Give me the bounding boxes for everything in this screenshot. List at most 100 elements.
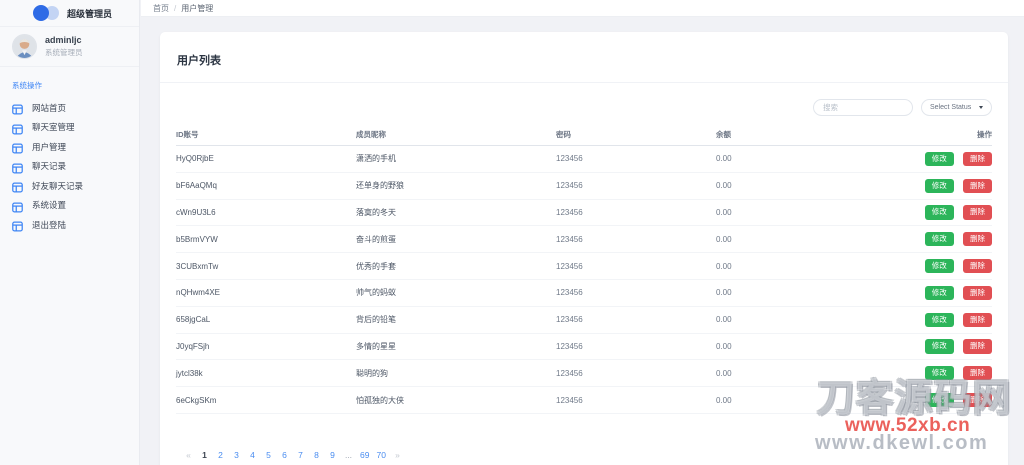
menu-section-label: 系统操作 — [12, 81, 42, 90]
sidebar-menu-item[interactable]: 聊天记录 — [12, 157, 139, 177]
sidebar-menu-item[interactable]: 用户管理 — [12, 137, 139, 157]
table-controls: Select Status — [176, 99, 992, 116]
page-button[interactable]: 2 — [216, 450, 225, 460]
page-button[interactable]: ... — [344, 450, 353, 460]
delete-button[interactable]: 删除 — [963, 151, 992, 167]
edit-button[interactable]: 修改 — [924, 178, 954, 193]
edit-button[interactable]: 修改 — [924, 205, 954, 220]
divider — [160, 82, 1008, 83]
delete-button[interactable]: 删除 — [963, 339, 992, 354]
cell-password: 123456 — [556, 341, 583, 351]
cell-actions: 修改 删除 — [836, 339, 992, 354]
user-role: 系统管理员 — [45, 48, 83, 58]
breadcrumb-current: 用户管理 — [181, 3, 214, 13]
sidebar-menu-item[interactable]: 网站首页 — [12, 98, 139, 118]
edit-button[interactable]: 修改 — [924, 392, 954, 408]
avatar — [12, 34, 37, 59]
delete-button[interactable]: 删除 — [963, 392, 992, 408]
delete-button[interactable]: 删除 — [963, 232, 992, 247]
edit-button[interactable]: 修改 — [924, 151, 954, 167]
sidebar-menu-item-label: 网站首页 — [32, 102, 67, 113]
table-row: nQHwm4XE 帅气的蚂蚁 123456 0.00 修改 删除 — [176, 280, 992, 307]
breadcrumb-separator: / — [174, 3, 177, 13]
chevron-down-icon — [979, 106, 983, 109]
logo-icon — [33, 5, 60, 21]
header-balance: 余额 — [716, 130, 731, 139]
edit-button[interactable]: 修改 — [924, 232, 954, 247]
cell-nickname: 帅气的蚂蚁 — [356, 288, 396, 298]
cell-nickname: 还单身的野狼 — [356, 181, 404, 191]
cell-balance: 0.00 — [716, 315, 732, 325]
edit-button[interactable]: 修改 — [924, 366, 954, 381]
cell-balance: 0.00 — [716, 368, 732, 378]
sidebar: 超级管理员 adminljc 系统管理员 系统操作 网站首页 聊天室管理 用户管… — [0, 0, 140, 465]
cell-password: 123456 — [556, 234, 583, 244]
sidebar-menu-item-label: 系统设置 — [32, 200, 67, 211]
page-button[interactable]: 1 — [200, 450, 209, 460]
layout-icon — [12, 161, 23, 174]
delete-button[interactable]: 删除 — [963, 258, 992, 274]
search-input[interactable] — [813, 99, 913, 116]
sidebar-menu-item[interactable]: 系统设置 — [12, 196, 139, 216]
table-body: HyQ0RjbE 潇洒的手机 123456 0.00 修改 删除 bF6AaQM… — [176, 146, 992, 414]
table-row: bF6AaQMq 还单身的野狼 123456 0.00 修改 删除 — [176, 173, 992, 200]
layout-icon — [12, 122, 23, 135]
sidebar-menu-item-label: 用户管理 — [32, 141, 67, 152]
page-button[interactable]: 70 — [376, 450, 385, 460]
table-row: HyQ0RjbE 潇洒的手机 123456 0.00 修改 删除 — [176, 146, 992, 173]
delete-button[interactable]: 删除 — [963, 366, 992, 381]
edit-button[interactable]: 修改 — [924, 258, 954, 274]
delete-button[interactable]: 删除 — [963, 178, 992, 193]
cell-password: 123456 — [556, 315, 583, 325]
status-select[interactable]: Select Status — [921, 99, 992, 116]
page-button[interactable]: 8 — [312, 450, 321, 460]
cell-actions: 修改 删除 — [836, 205, 992, 220]
page-button[interactable]: 4 — [248, 450, 257, 460]
cell-balance: 0.00 — [716, 288, 732, 298]
sidebar-menu-item[interactable]: 好友聊天记录 — [12, 176, 139, 196]
cell-actions: 修改 删除 — [836, 285, 992, 300]
cell-password: 123456 — [556, 395, 583, 405]
sidebar-menu-item-label: 好友聊天记录 — [32, 180, 84, 191]
cell-id: HyQ0RjbE — [176, 154, 214, 164]
sidebar-menu-item[interactable]: 聊天室管理 — [12, 118, 139, 138]
cell-actions: 修改 删除 — [836, 151, 992, 167]
cell-id: 658jgCaL — [176, 315, 211, 325]
cell-id: J0yqFSjh — [176, 341, 210, 351]
delete-button[interactable]: 删除 — [963, 285, 992, 300]
page-button[interactable]: 9 — [328, 450, 337, 460]
sidebar-menu-item-label: 聊天室管理 — [32, 122, 75, 133]
delete-button[interactable]: 删除 — [963, 205, 992, 220]
edit-button[interactable]: 修改 — [924, 285, 954, 300]
cell-actions: 修改 删除 — [836, 178, 992, 193]
edit-button[interactable]: 修改 — [924, 312, 954, 327]
page-button[interactable]: 69 — [360, 450, 369, 460]
menu-items: 网站首页 聊天室管理 用户管理 聊天记录 好友聊天记录 系统设置 退出登陆 — [12, 98, 139, 235]
cell-actions: 修改 删除 — [836, 232, 992, 247]
user-list-card: 用户列表 Select Status ID账号 成员昵称 密码 余额 操作 Hy… — [160, 32, 1008, 465]
page-button[interactable]: 5 — [264, 450, 273, 460]
edit-button[interactable]: 修改 — [924, 339, 954, 354]
cell-id: jytcl38k — [176, 368, 203, 378]
topbar: 首页 / 用户管理 — [141, 0, 1024, 17]
page-button[interactable]: 7 — [296, 450, 305, 460]
page-button[interactable]: « — [184, 450, 193, 460]
app-logo[interactable]: 超级管理员 — [0, 0, 139, 27]
breadcrumb-home[interactable]: 首页 — [153, 3, 169, 14]
sidebar-menu-item[interactable]: 退出登陆 — [12, 215, 139, 235]
cell-nickname: 怕孤独的大侠 — [356, 395, 404, 405]
sidebar-menu-item-label: 退出登陆 — [32, 219, 67, 230]
delete-button[interactable]: 删除 — [963, 312, 992, 327]
cell-id: 3CUBxmTw — [176, 261, 219, 271]
user-name: adminljc — [45, 34, 82, 45]
page-button[interactable]: » — [393, 450, 402, 460]
user-table: ID账号 成员昵称 密码 余额 操作 HyQ0RjbE 潇洒的手机 123456… — [176, 124, 992, 414]
cell-password: 123456 — [556, 154, 583, 164]
cell-id: nQHwm4XE — [176, 288, 221, 298]
user-panel[interactable]: adminljc 系统管理员 — [0, 27, 139, 67]
layout-icon — [12, 102, 23, 115]
page-button[interactable]: 6 — [280, 450, 289, 460]
layout-icon — [12, 180, 23, 193]
page-button[interactable]: 3 — [232, 450, 241, 460]
header-id: ID账号 — [176, 130, 199, 139]
